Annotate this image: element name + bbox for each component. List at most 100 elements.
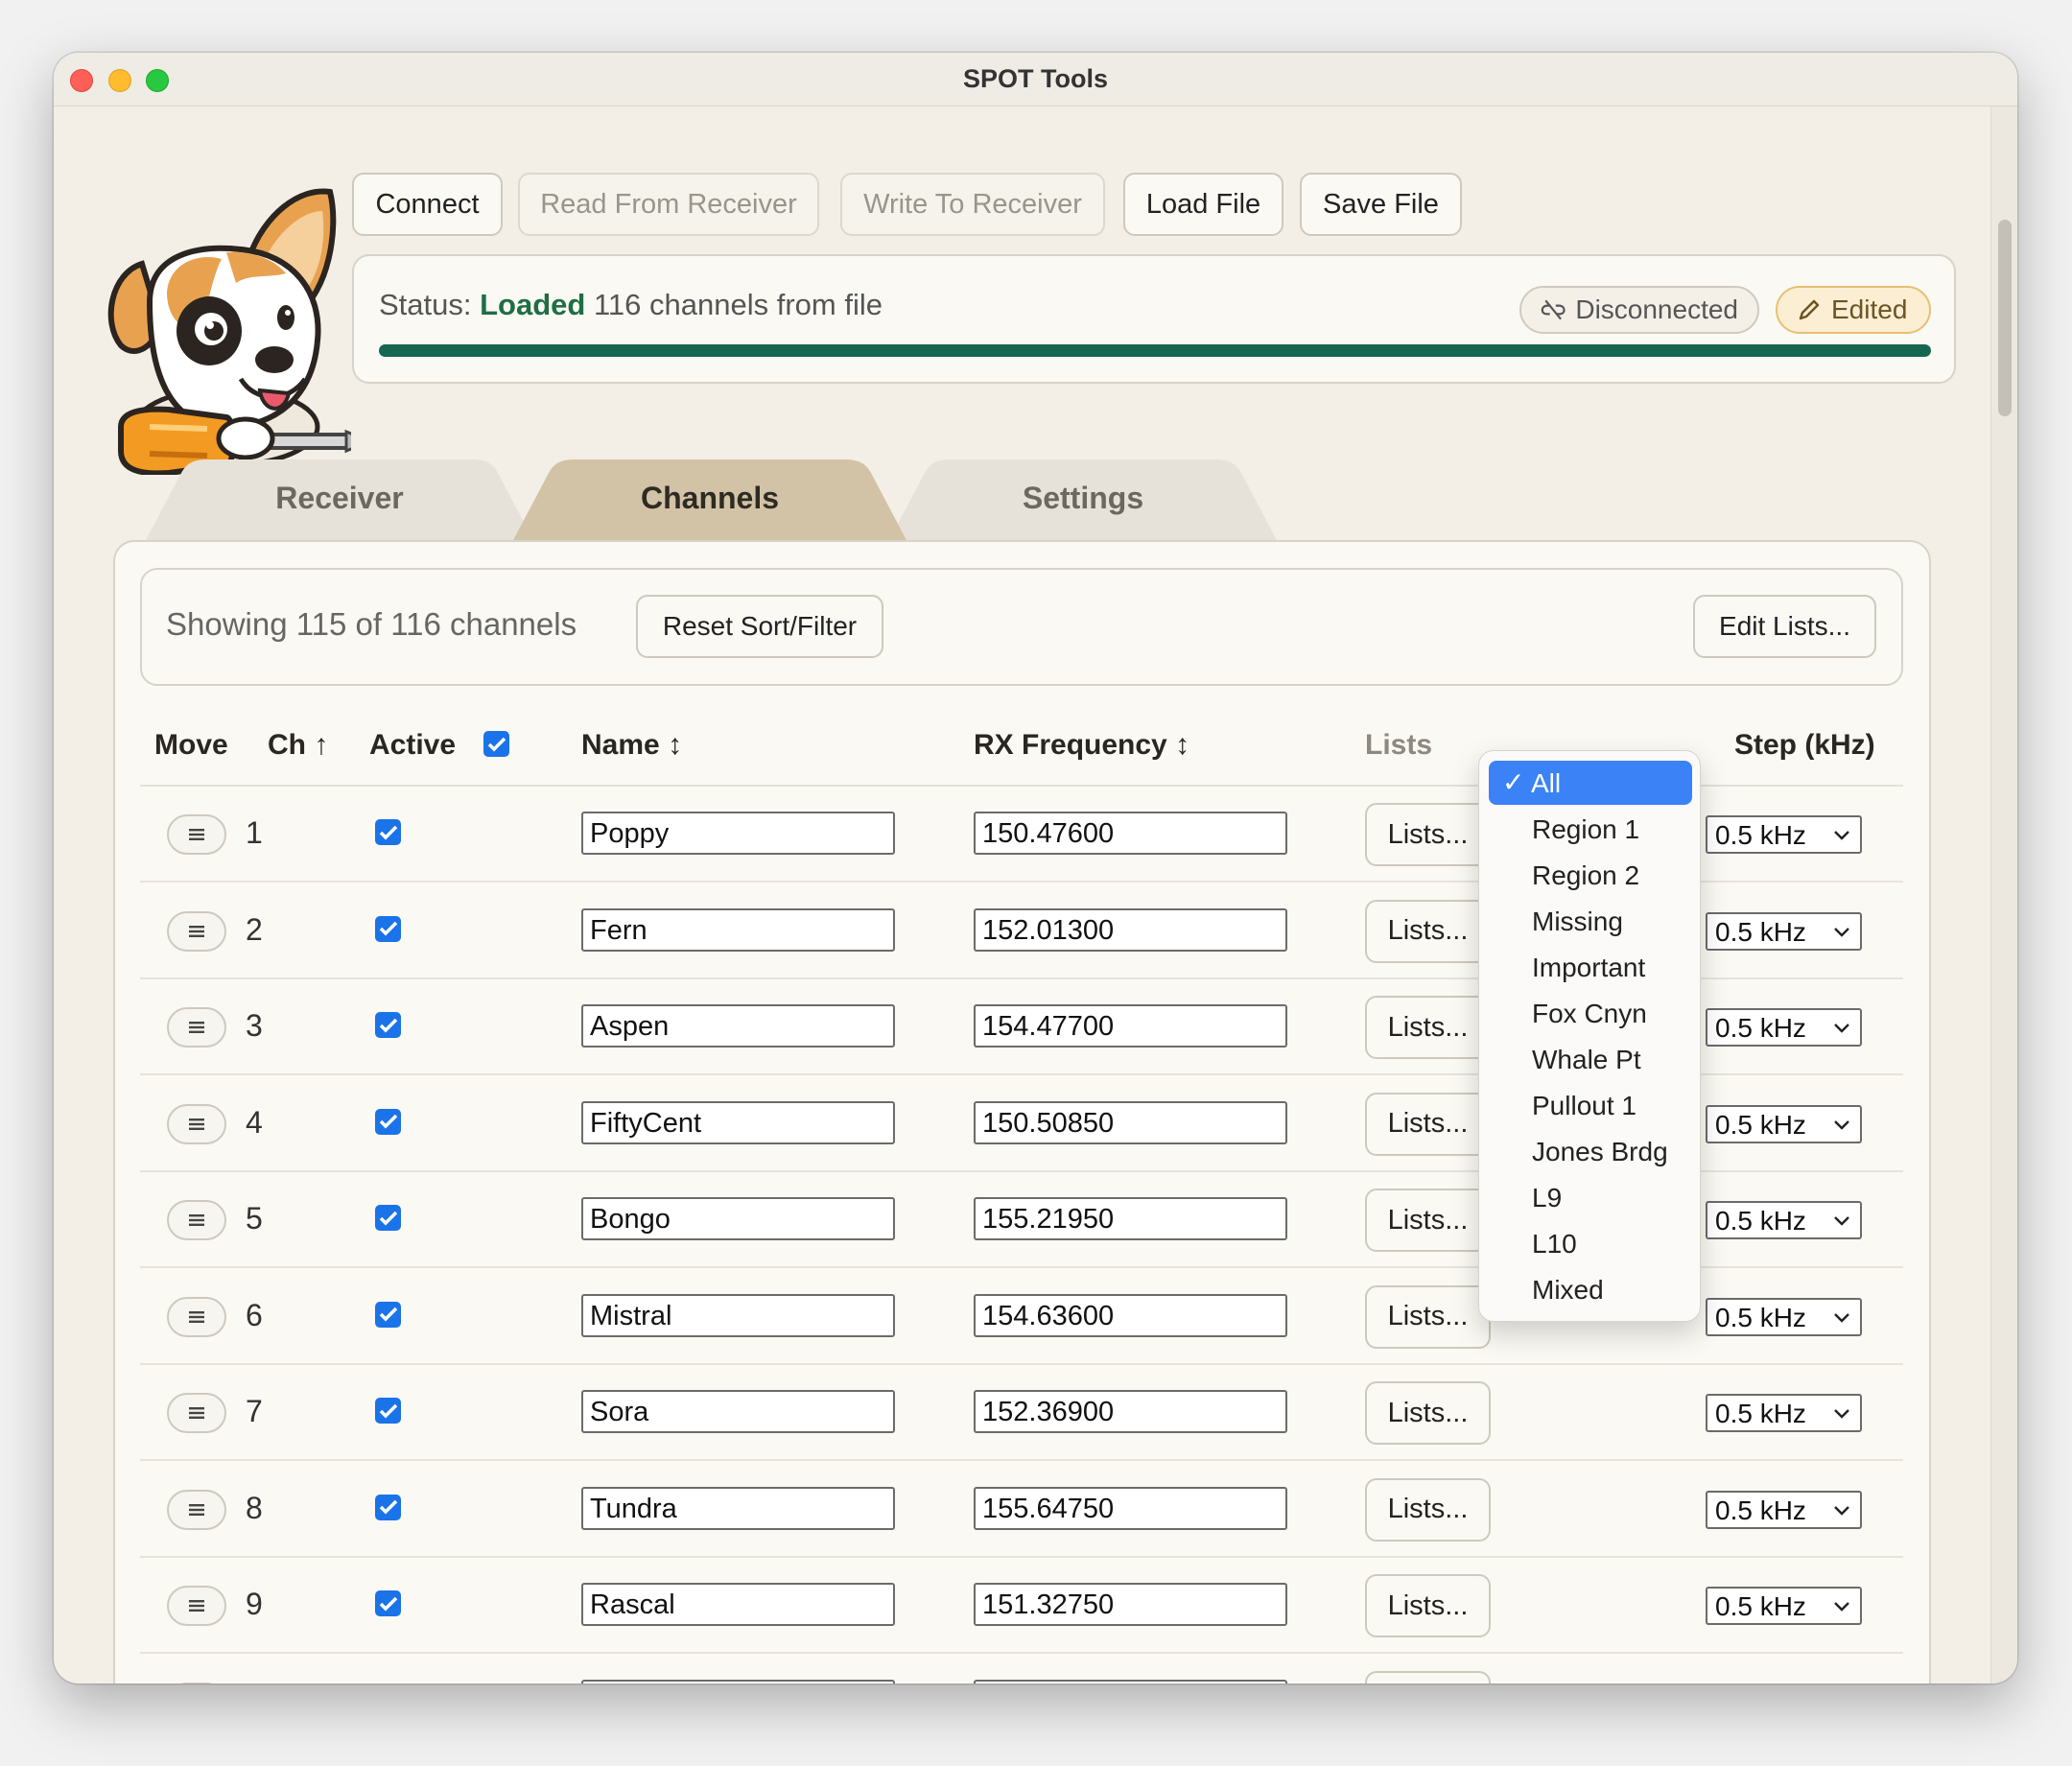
step-select[interactable]: 0.5 kHz <box>1706 815 1862 854</box>
sort-both-icon: ↕ <box>668 729 683 761</box>
step-select[interactable]: 0.5 kHz <box>1706 1201 1862 1239</box>
channel-name-input[interactable]: Rascal <box>581 1583 895 1626</box>
drag-handle-button[interactable] <box>167 814 226 855</box>
lists-option[interactable]: Whale Pt <box>1489 1037 1692 1081</box>
active-checkbox[interactable] <box>375 1205 401 1231</box>
rx-frequency-input[interactable]: 150.47600 <box>974 812 1287 855</box>
channel-name-input[interactable]: Bongo <box>581 1197 895 1240</box>
header-ch[interactable]: Ch ↑ <box>268 729 328 762</box>
channel-name-input[interactable]: FiftyCent <box>581 1100 895 1144</box>
drag-handle-button[interactable] <box>167 1682 226 1684</box>
rx-frequency-input[interactable]: 152.01300 <box>974 907 1287 952</box>
edited-badge: Edited <box>1776 286 1931 334</box>
chevron-down-icon <box>1834 1119 1849 1130</box>
active-checkbox[interactable] <box>375 1398 401 1424</box>
lists-button[interactable]: Lists... <box>1365 1477 1491 1542</box>
lists-button[interactable]: Lists... <box>1365 803 1491 866</box>
active-checkbox[interactable] <box>375 1108 401 1135</box>
channel-name-input[interactable]: Poppy <box>581 812 895 855</box>
drag-handle-button[interactable] <box>167 1103 226 1144</box>
rx-frequency-input[interactable]: 150.50850 <box>974 1100 1287 1144</box>
lists-button[interactable]: Lists... <box>1365 899 1491 963</box>
lists-option[interactable]: Mixed <box>1489 1267 1692 1311</box>
step-select[interactable]: 0.5 kHz <box>1706 911 1862 951</box>
lists-option-label: Fox Cnyn <box>1532 999 1647 1028</box>
step-select[interactable]: 0.5 kHz <box>1706 1587 1862 1625</box>
step-select-value: 0.5 kHz <box>1715 1206 1806 1236</box>
step-select[interactable]: 0.5 kHz <box>1706 1394 1862 1432</box>
rx-frequency-input[interactable]: 151.32750 <box>974 1583 1287 1626</box>
lists-option[interactable]: L10 <box>1489 1221 1692 1265</box>
channels-toolbar: Showing 115 of 116 channels Reset Sort/F… <box>140 568 1903 686</box>
lists-option-label: Important <box>1532 953 1646 982</box>
drag-handle-button[interactable] <box>167 1586 226 1626</box>
lists-button[interactable]: Lists... <box>1365 1189 1491 1252</box>
tab-channels[interactable]: Channels <box>512 459 944 542</box>
write-to-receiver-button[interactable]: Write To Receiver <box>840 173 1105 236</box>
select-all-active-checkbox[interactable] <box>483 731 509 757</box>
drag-handle-button[interactable] <box>167 1393 226 1433</box>
step-select[interactable]: 0.5 kHz <box>1706 1297 1862 1336</box>
lists-option[interactable]: Fox Cnyn <box>1489 991 1692 1035</box>
lists-option[interactable]: Region 2 <box>1489 853 1692 897</box>
channel-name-input[interactable]: Aspen <box>581 1004 895 1048</box>
header-rx-frequency[interactable]: RX Frequency ↕ <box>974 729 1189 762</box>
lists-button[interactable]: Lists... <box>1365 1574 1491 1637</box>
channel-name-input[interactable]: Fern <box>581 907 895 952</box>
rx-frequency-input[interactable]: 152.36900 <box>974 1390 1287 1433</box>
rx-frequency-input[interactable]: 150.86800 <box>974 1679 1287 1684</box>
edit-lists-button[interactable]: Edit Lists... <box>1693 595 1876 658</box>
rx-frequency-input[interactable]: 154.63600 <box>974 1293 1287 1337</box>
rx-frequency-input[interactable]: 155.64750 <box>974 1486 1287 1530</box>
channel-name-input[interactable]: Mistral <box>581 1293 895 1337</box>
lists-option[interactable]: Missing <box>1489 899 1692 943</box>
lists-filter-dropdown[interactable]: ✓ All Region 1 Region 2 Missing Important Fox … <box>1478 750 1701 1322</box>
lists-option[interactable]: Jones Brdg <box>1489 1129 1692 1173</box>
channel-number: 6 <box>246 1297 263 1332</box>
lists-option-label: Mixed <box>1532 1275 1604 1305</box>
save-file-button[interactable]: Save File <box>1300 173 1462 236</box>
reset-sort-filter-button[interactable]: Reset Sort/Filter <box>636 595 883 658</box>
connect-button[interactable]: Connect <box>352 173 503 236</box>
step-select-value: 0.5 kHz <box>1715 1591 1806 1621</box>
lists-option-label: Pullout 1 <box>1532 1091 1636 1120</box>
scrollbar-track[interactable] <box>1990 106 2017 1684</box>
channel-name-input[interactable]: Sora <box>581 1390 895 1433</box>
lists-option[interactable]: Region 1 <box>1489 807 1692 851</box>
header-active: Active <box>369 729 457 761</box>
step-select[interactable]: 0.5 kHz <box>1706 1008 1862 1047</box>
drag-handle-button[interactable] <box>167 1007 226 1048</box>
header-name[interactable]: Name ↕ <box>581 729 682 762</box>
lists-option[interactable]: ✓ All <box>1489 761 1692 805</box>
active-checkbox[interactable] <box>375 915 401 942</box>
drag-handle-button[interactable] <box>167 1489 226 1530</box>
channel-name-input[interactable]: Tundra <box>581 1486 895 1530</box>
lists-button[interactable]: Lists... <box>1365 1092 1491 1156</box>
lists-button[interactable]: Lists... <box>1365 1670 1491 1684</box>
status-panel: Status: Loaded 116 channels from file Di… <box>352 254 1956 384</box>
step-select[interactable]: 0.5 kHz <box>1706 1104 1862 1143</box>
load-file-button[interactable]: Load File <box>1123 173 1283 236</box>
tab-settings[interactable]: Settings <box>888 459 1339 542</box>
rx-frequency-input[interactable]: 154.47700 <box>974 1004 1287 1048</box>
lists-option[interactable]: Pullout 1 <box>1489 1083 1692 1127</box>
active-checkbox[interactable] <box>375 1590 401 1616</box>
scrollbar-thumb[interactable] <box>1998 220 2012 416</box>
lists-button[interactable]: Lists... <box>1365 1381 1491 1445</box>
active-checkbox[interactable] <box>375 819 401 845</box>
drag-handle-button[interactable] <box>167 1200 226 1240</box>
drag-handle-button[interactable] <box>167 910 226 952</box>
read-from-receiver-button[interactable]: Read From Receiver <box>518 173 819 236</box>
channel-name-input[interactable]: Fincher <box>581 1679 895 1684</box>
lists-button[interactable]: Lists... <box>1365 996 1491 1059</box>
active-checkbox[interactable] <box>375 1012 401 1038</box>
lists-option[interactable]: L9 <box>1489 1175 1692 1219</box>
lists-option[interactable]: Important <box>1489 945 1692 989</box>
rx-frequency-input[interactable]: 155.21950 <box>974 1197 1287 1240</box>
active-checkbox[interactable] <box>375 1494 401 1520</box>
hamburger-icon <box>189 1214 204 1226</box>
active-checkbox[interactable] <box>375 1301 401 1328</box>
lists-button[interactable]: Lists... <box>1365 1284 1491 1349</box>
drag-handle-button[interactable] <box>167 1296 226 1337</box>
step-select[interactable]: 0.5 kHz <box>1706 1490 1862 1529</box>
